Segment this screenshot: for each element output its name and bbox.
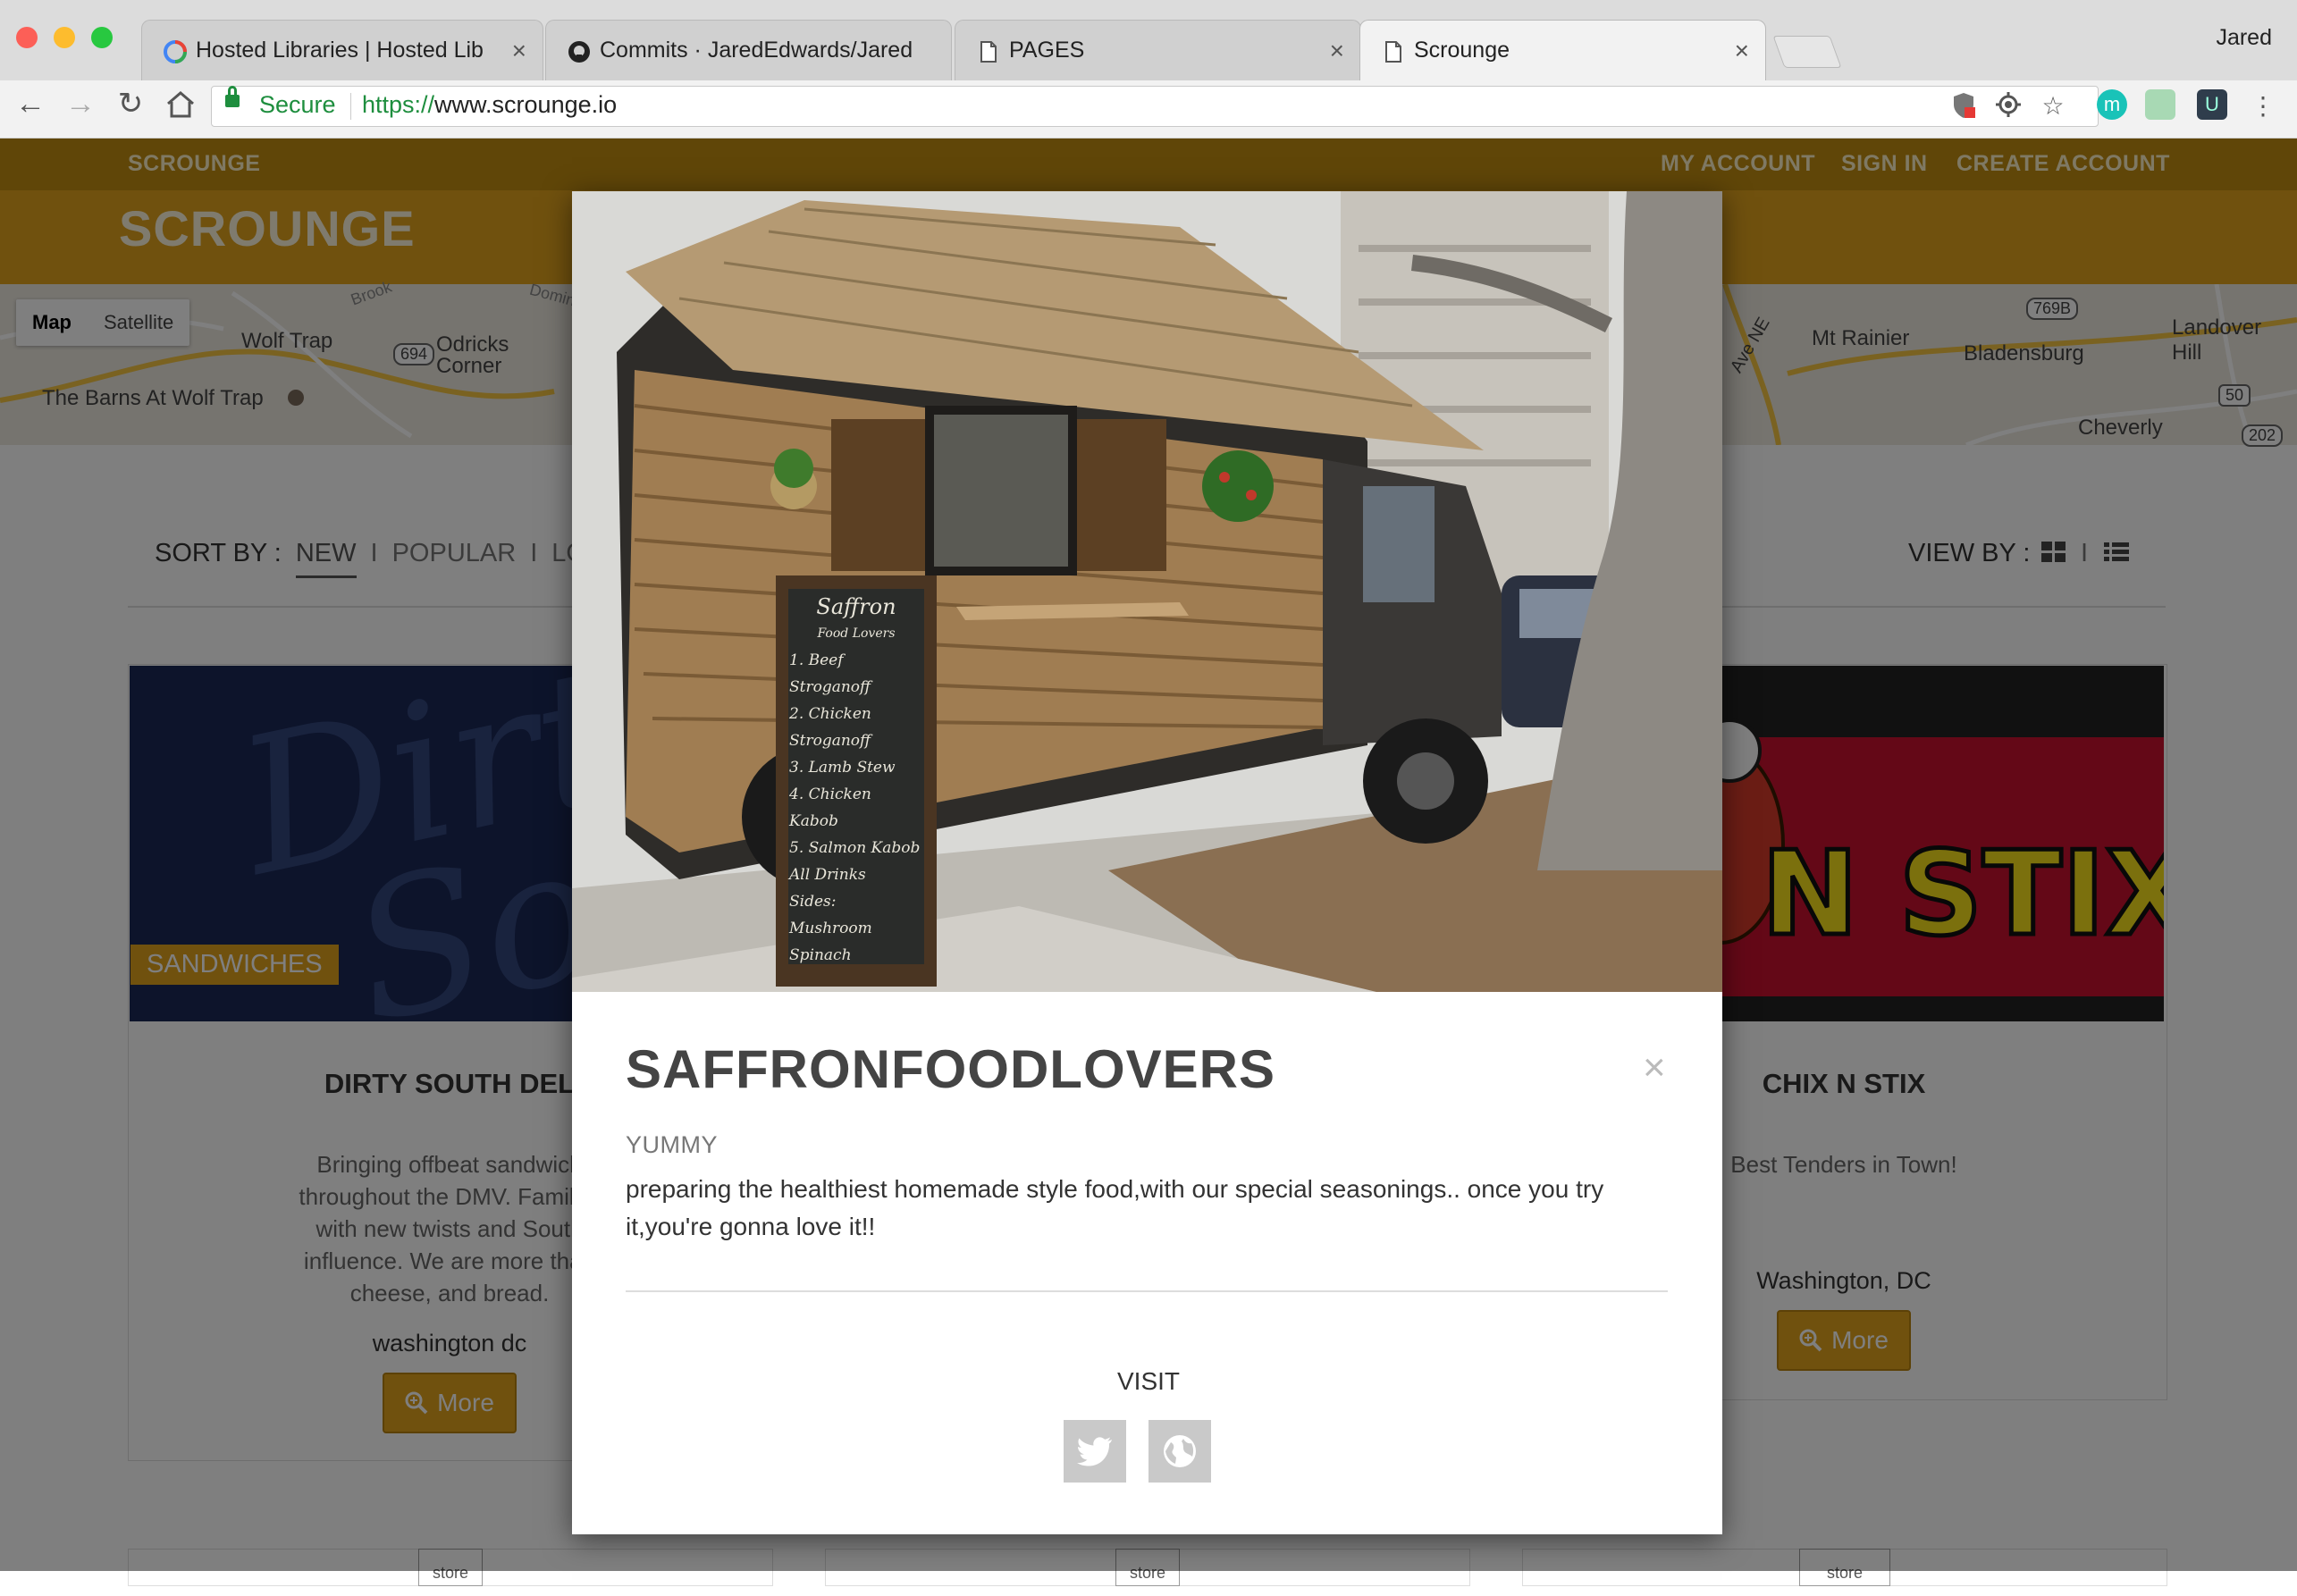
menu-board-name: Saffron bbox=[816, 594, 896, 619]
tab-commits[interactable]: Commits · JaredEdwards/Jared bbox=[545, 20, 952, 80]
modal-description: preparing the healthiest homemade style … bbox=[626, 1175, 1604, 1240]
tab-close-icon[interactable]: × bbox=[1735, 37, 1749, 65]
modal-title: SAFFRONFOODLOVERS bbox=[626, 1039, 1276, 1099]
tab-pages[interactable]: PAGES × bbox=[955, 20, 1361, 80]
menu-item: Sides: Mushroom Spinach bbox=[789, 893, 872, 964]
menu-item: 5. Salmon Kabob bbox=[789, 839, 921, 857]
menu-item: 3. Lamb Stew bbox=[789, 759, 896, 777]
lock-icon[interactable] bbox=[225, 86, 240, 107]
menu-board-subtitle: Food Lovers bbox=[817, 626, 896, 641]
twitter-icon bbox=[1077, 1437, 1112, 1466]
profile-name[interactable]: Jared bbox=[2216, 25, 2272, 51]
tab-scrounge[interactable]: Scrounge × bbox=[1359, 20, 1766, 80]
modal-close-icon[interactable]: × bbox=[1643, 1046, 1666, 1090]
blocked-content-icon[interactable] bbox=[1950, 91, 1977, 120]
globe-icon bbox=[1164, 1435, 1196, 1467]
modal-food-truck-photo bbox=[572, 191, 1722, 992]
menu-board-text: Saffron Food Lovers 1. Beef Stroganoff 2… bbox=[789, 593, 923, 969]
visit-label: VISIT bbox=[1116, 1367, 1180, 1395]
bookmark-star-icon[interactable]: ☆ bbox=[2040, 93, 2066, 120]
url-scheme: https:// bbox=[362, 91, 435, 118]
minimize-window-button[interactable] bbox=[54, 27, 75, 48]
location-icon[interactable] bbox=[1995, 91, 2022, 118]
google-developers-icon bbox=[164, 40, 187, 63]
github-icon bbox=[568, 41, 590, 63]
secure-label[interactable]: Secure bbox=[259, 91, 336, 119]
home-icon[interactable] bbox=[164, 89, 197, 120]
tab-title: PAGES bbox=[1009, 38, 1085, 63]
menu-item: All Drinks bbox=[789, 866, 866, 884]
menu-item: 2. Chicken Stroganoff bbox=[789, 705, 871, 750]
close-window-button[interactable] bbox=[16, 27, 38, 48]
menu-item: 1. Beef Stroganoff bbox=[789, 651, 871, 696]
url-host: www.scrounge.io bbox=[434, 91, 618, 118]
extension-wave-icon[interactable] bbox=[2145, 89, 2175, 120]
new-tab-button[interactable] bbox=[1772, 36, 1842, 68]
menu-kebab-icon[interactable]: ⋮ bbox=[2250, 93, 2276, 120]
food-truck-illustration bbox=[572, 191, 1722, 992]
page-icon bbox=[1385, 41, 1401, 63]
extension-m-icon[interactable]: m bbox=[2097, 89, 2127, 120]
menu-item: 4. Chicken Kabob bbox=[789, 785, 871, 830]
tab-hosted-libraries[interactable]: Hosted Libraries | Hosted Lib × bbox=[141, 20, 543, 80]
tab-title: Hosted Libraries | Hosted Lib bbox=[196, 38, 484, 63]
url-text[interactable]: https://www.scrounge.io bbox=[362, 91, 617, 119]
back-icon[interactable]: ← bbox=[13, 86, 48, 122]
extension-u-icon[interactable]: U bbox=[2197, 89, 2227, 120]
twitter-button[interactable] bbox=[1064, 1420, 1126, 1483]
zoom-window-button[interactable] bbox=[91, 27, 113, 48]
website-button[interactable] bbox=[1148, 1420, 1211, 1483]
tab-title: Commits · JaredEdwards/Jared bbox=[600, 38, 913, 63]
divider bbox=[350, 93, 351, 120]
tab-title: Scrounge bbox=[1414, 38, 1510, 63]
reload-icon[interactable]: ↻ bbox=[113, 86, 148, 122]
page-icon bbox=[980, 41, 997, 63]
tab-close-icon[interactable]: × bbox=[512, 37, 526, 65]
tab-close-icon[interactable]: × bbox=[1330, 37, 1344, 65]
forward-icon[interactable]: → bbox=[63, 86, 98, 122]
modal-divider bbox=[626, 1290, 1668, 1292]
modal-tag: YUMMY bbox=[626, 1131, 718, 1158]
